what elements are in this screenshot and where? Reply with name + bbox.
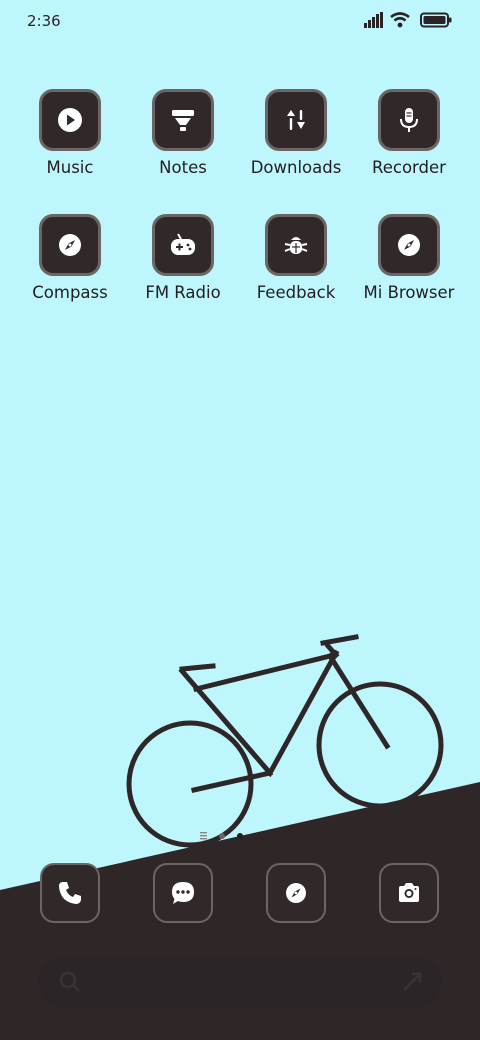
- app-label: Recorder: [372, 158, 446, 177]
- app-tile[interactable]: [265, 214, 327, 276]
- microphone-icon: [400, 108, 418, 132]
- search-bar[interactable]: [38, 956, 442, 1008]
- search-icon: [59, 971, 80, 992]
- compass-icon: [286, 883, 306, 903]
- app-label: Downloads: [250, 158, 342, 177]
- app-label: FM Radio: [145, 283, 221, 302]
- compass-icon: [59, 234, 81, 256]
- page-indicator[interactable]: [200, 831, 248, 841]
- sliders-icon: [287, 110, 305, 130]
- app-tile[interactable]: [39, 89, 101, 151]
- bug-icon: [284, 237, 308, 254]
- app-tile[interactable]: [378, 89, 440, 151]
- app-label: Mi Browser: [363, 283, 455, 302]
- app-tile[interactable]: [152, 89, 214, 151]
- dock-messaging[interactable]: [153, 863, 213, 923]
- page-dot: [219, 833, 225, 839]
- compass-icon: [398, 234, 420, 256]
- app-tile[interactable]: [265, 89, 327, 151]
- message-icon: [172, 882, 194, 904]
- dock-camera[interactable]: [379, 863, 439, 923]
- app-fm-radio[interactable]: FM Radio: [128, 214, 238, 302]
- app-label: Feedback: [256, 283, 336, 302]
- status-icons: [364, 12, 454, 30]
- menu-lines-icon: [200, 832, 207, 840]
- expand-icon[interactable]: [400, 970, 424, 994]
- app-mi-browser[interactable]: Mi Browser: [354, 214, 464, 302]
- status-time: 2:36: [27, 12, 61, 30]
- status-bar: 2:36: [0, 0, 480, 42]
- app-tile[interactable]: [39, 214, 101, 276]
- app-tile[interactable]: [152, 214, 214, 276]
- gamepad-icon: [171, 233, 195, 255]
- app-label: Notes: [159, 158, 207, 177]
- battery-icon: [420, 12, 452, 28]
- app-compass[interactable]: Compass: [15, 214, 125, 302]
- page-dot-active: [237, 833, 243, 839]
- wifi-icon: [390, 12, 410, 28]
- dock-browser[interactable]: [266, 863, 326, 923]
- app-downloads[interactable]: Downloads: [241, 89, 351, 177]
- play-icon: [58, 108, 82, 132]
- funnel-icon: [172, 110, 194, 131]
- app-feedback[interactable]: Feedback: [241, 214, 351, 302]
- app-label: Compass: [32, 283, 108, 302]
- camera-icon: [399, 883, 419, 902]
- app-notes[interactable]: Notes: [128, 89, 238, 177]
- dock-phone[interactable]: [40, 863, 100, 923]
- signal-icon: [364, 12, 383, 28]
- app-label: Music: [46, 158, 94, 177]
- app-recorder[interactable]: Recorder: [354, 89, 464, 177]
- app-music[interactable]: Music: [15, 89, 125, 177]
- phone-icon: [59, 882, 81, 904]
- app-tile[interactable]: [378, 214, 440, 276]
